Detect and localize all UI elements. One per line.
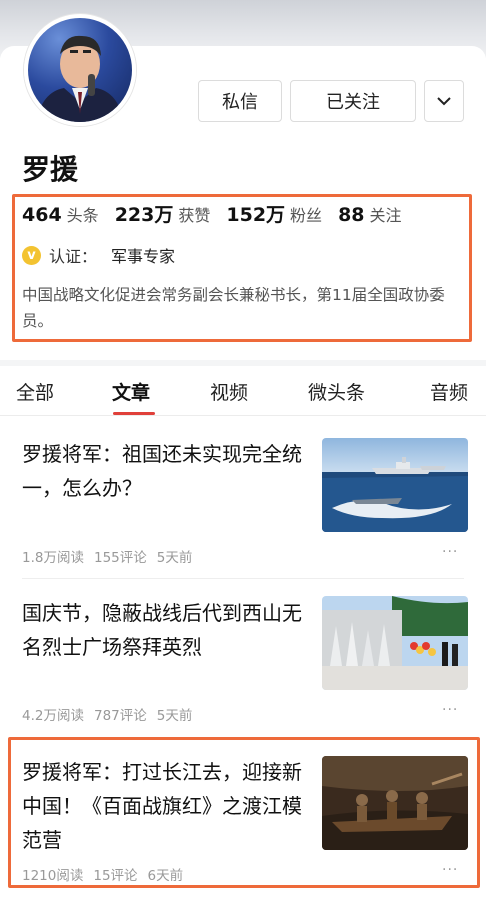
active-tab-indicator xyxy=(113,412,155,415)
chevron-down-icon xyxy=(437,97,451,106)
stat-fans-label: 粉丝 xyxy=(290,206,323,225)
avatar[interactable] xyxy=(24,14,136,126)
article-thumbnail[interactable] xyxy=(322,596,468,690)
more-dots-icon[interactable]: ··· xyxy=(442,702,458,718)
read-count: 1210阅读 xyxy=(22,868,84,884)
verification-row: v 认证： 军事专家 xyxy=(22,243,175,267)
article-meta: 4.2万阅读 787评论 5天前 xyxy=(22,704,192,724)
publish-time: 5天前 xyxy=(156,550,193,566)
verified-badge-icon: v xyxy=(22,245,41,265)
verification-label: 认证： xyxy=(49,247,98,266)
comment-count[interactable]: 155评论 xyxy=(94,546,147,566)
article-title[interactable]: 罗援将军：打过长江去，迎接新中国！《百面战旗红》之渡江模范营 xyxy=(22,755,308,857)
more-dots-icon[interactable]: ··· xyxy=(442,544,458,560)
publish-time: 5天前 xyxy=(156,708,193,724)
comment-count[interactable]: 787评论 xyxy=(94,704,147,724)
article-title[interactable]: 罗援将军：祖国还未实现完全统一，怎么办？ xyxy=(22,437,308,505)
tab-micro-posts[interactable]: 微头条 xyxy=(308,378,365,405)
tab-audio[interactable]: 音频 xyxy=(430,378,468,405)
stat-following-count[interactable]: 88 xyxy=(338,204,364,226)
stat-posts-label: 头条 xyxy=(66,206,99,225)
message-button[interactable]: 私信 xyxy=(198,80,282,122)
profile-name: 罗援 xyxy=(22,153,79,186)
article-meta: 1.8万阅读 155评论 5天前 xyxy=(22,546,192,566)
content-tabs: 全部 文章 视频 微头条 音频 xyxy=(0,366,486,416)
stat-posts-count[interactable]: 464 xyxy=(22,204,62,226)
follow-button[interactable]: 已关注 xyxy=(290,80,416,122)
follow-button-label: 已关注 xyxy=(326,92,380,113)
stat-likes-label: 获赞 xyxy=(178,206,211,225)
more-options-button[interactable] xyxy=(424,80,464,122)
verification-value: 军事专家 xyxy=(111,247,176,266)
tab-all[interactable]: 全部 xyxy=(16,378,54,405)
article-divider xyxy=(22,578,464,579)
article-title[interactable]: 国庆节，隐蔽战线后代到西山无名烈士广场祭拜英烈 xyxy=(22,596,308,664)
read-count: 1.8万阅读 xyxy=(22,550,84,566)
article-thumbnail[interactable] xyxy=(322,756,468,850)
stat-following-label: 关注 xyxy=(369,206,402,225)
tab-video[interactable]: 视频 xyxy=(210,378,248,405)
article-thumbnail[interactable] xyxy=(322,438,468,532)
publish-time: 6天前 xyxy=(147,868,184,884)
tab-article[interactable]: 文章 xyxy=(112,378,150,405)
message-button-label: 私信 xyxy=(222,92,258,113)
read-count: 4.2万阅读 xyxy=(22,708,84,724)
comment-count[interactable]: 15评论 xyxy=(93,864,137,884)
profile-stats: 464 头条 223万 获赞 152万 粉丝 88 关注 xyxy=(22,200,418,227)
profile-bio: 中国战略文化促进会常务副会长兼秘书长，第11届全国政协委员。 xyxy=(22,286,445,330)
article-meta: 1210阅读 15评论 6天前 xyxy=(22,864,183,884)
more-dots-icon[interactable]: ··· xyxy=(442,862,458,878)
stat-fans-count[interactable]: 152万 xyxy=(226,200,285,227)
stat-likes-count: 223万 xyxy=(114,204,174,226)
